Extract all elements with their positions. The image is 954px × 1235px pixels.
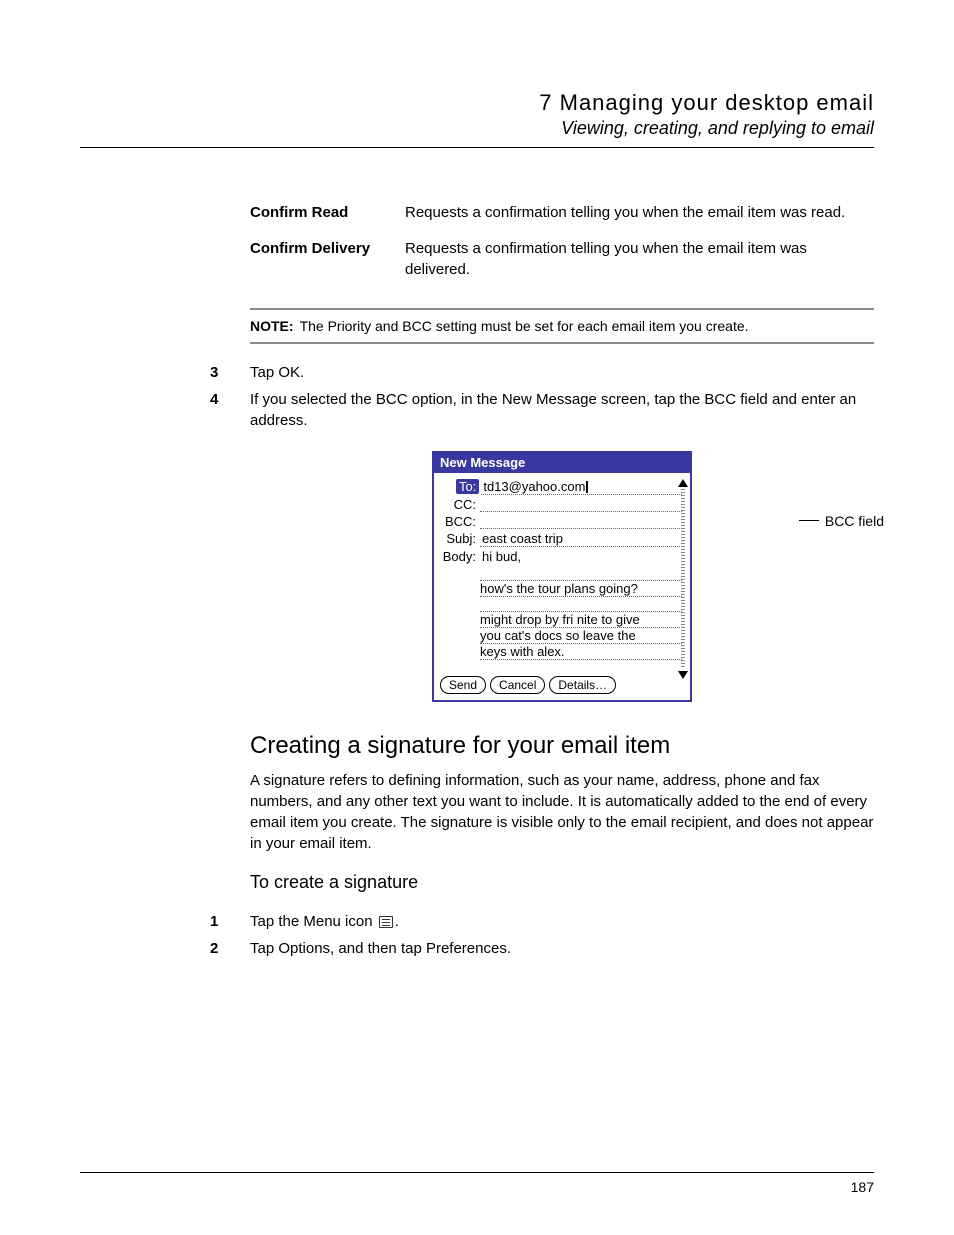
send-button[interactable]: Send bbox=[440, 676, 486, 694]
cancel-button[interactable]: Cancel bbox=[490, 676, 545, 694]
details-button[interactable]: Details… bbox=[549, 676, 616, 694]
body-line: how's the tour plans going? bbox=[480, 581, 682, 597]
cc-field[interactable] bbox=[480, 497, 682, 512]
step-text: Tap OK. bbox=[250, 362, 874, 383]
section-heading: Creating a signature for your email item bbox=[250, 732, 874, 760]
step-text-after: . bbox=[395, 913, 399, 930]
figure-wrap: New Message To: td13@yahoo.com CC: BCC: bbox=[250, 451, 874, 702]
scroll-down-icon[interactable] bbox=[678, 671, 688, 679]
palm-title: New Message bbox=[434, 453, 533, 472]
bcc-callout: BCC field bbox=[799, 513, 884, 529]
subj-label: Subj: bbox=[442, 531, 480, 546]
menu-icon bbox=[379, 916, 393, 928]
step-text: Tap the Menu icon . bbox=[250, 911, 874, 932]
footer-rule bbox=[80, 1172, 874, 1173]
section-paragraph: A signature refers to defining informati… bbox=[250, 770, 874, 854]
step-number: 1 bbox=[210, 911, 250, 932]
scrollbar[interactable] bbox=[678, 479, 688, 679]
definition-term: Confirm Delivery bbox=[250, 239, 405, 296]
step-number: 3 bbox=[210, 362, 250, 383]
step-row: 1 Tap the Menu icon . bbox=[250, 911, 874, 932]
definition-desc: Requests a confirmation telling you when… bbox=[405, 239, 874, 296]
callout-text: BCC field bbox=[825, 513, 884, 529]
cc-label: CC: bbox=[442, 497, 480, 512]
palm-body: To: td13@yahoo.com CC: BCC: Subj: east c… bbox=[434, 473, 690, 668]
body-line bbox=[480, 566, 682, 581]
step-row: 2 Tap Options, and then tap Preferences. bbox=[250, 938, 874, 959]
body-line: might drop by fri nite to give bbox=[480, 612, 682, 628]
definition-desc: Requests a confirmation telling you when… bbox=[405, 203, 874, 239]
table-row: Confirm Read Requests a confirmation tel… bbox=[250, 203, 874, 239]
section-subtitle: Viewing, creating, and replying to email bbox=[80, 118, 874, 139]
body-text-area[interactable]: how's the tour plans going? might drop b… bbox=[480, 566, 682, 660]
body-label: Body: bbox=[442, 549, 480, 564]
page-number: 187 bbox=[80, 1179, 874, 1195]
to-label[interactable]: To: bbox=[456, 479, 479, 494]
table-row: Confirm Delivery Requests a confirmation… bbox=[250, 239, 874, 296]
body-first-line[interactable]: hi bud, bbox=[480, 549, 682, 564]
step-text-before: Tap the Menu icon bbox=[250, 913, 377, 930]
callout-line bbox=[799, 520, 819, 521]
body-line bbox=[480, 597, 682, 612]
chapter-title: 7 Managing your desktop email bbox=[80, 90, 874, 116]
body-line: you cat's docs so leave the bbox=[480, 628, 682, 644]
bcc-field[interactable] bbox=[480, 514, 682, 529]
step-text: If you selected the BCC option, in the N… bbox=[250, 389, 874, 431]
note-label: NOTE: bbox=[250, 318, 294, 334]
definition-term: Confirm Read bbox=[250, 203, 405, 239]
subsection-heading: To create a signature bbox=[250, 872, 874, 893]
step-number: 4 bbox=[210, 389, 250, 431]
subj-field[interactable]: east coast trip bbox=[480, 531, 682, 547]
header-rule bbox=[80, 147, 874, 148]
step-row: 4 If you selected the BCC option, in the… bbox=[250, 389, 874, 431]
step-row: 3 Tap OK. bbox=[250, 362, 874, 383]
note-box: NOTE: The Priority and BCC setting must b… bbox=[250, 308, 874, 344]
step-text: Tap Options, and then tap Preferences. bbox=[250, 938, 874, 959]
bcc-label: BCC: bbox=[442, 514, 480, 529]
palm-screen: New Message To: td13@yahoo.com CC: BCC: bbox=[432, 451, 692, 702]
palm-titlebar: New Message bbox=[434, 453, 690, 473]
definitions-table: Confirm Read Requests a confirmation tel… bbox=[250, 203, 874, 296]
body-line: keys with alex. bbox=[480, 644, 682, 660]
step-number: 2 bbox=[210, 938, 250, 959]
note-text: The Priority and BCC setting must be set… bbox=[300, 318, 749, 334]
scroll-up-icon[interactable] bbox=[678, 479, 688, 487]
to-field[interactable]: td13@yahoo.com bbox=[481, 479, 682, 495]
